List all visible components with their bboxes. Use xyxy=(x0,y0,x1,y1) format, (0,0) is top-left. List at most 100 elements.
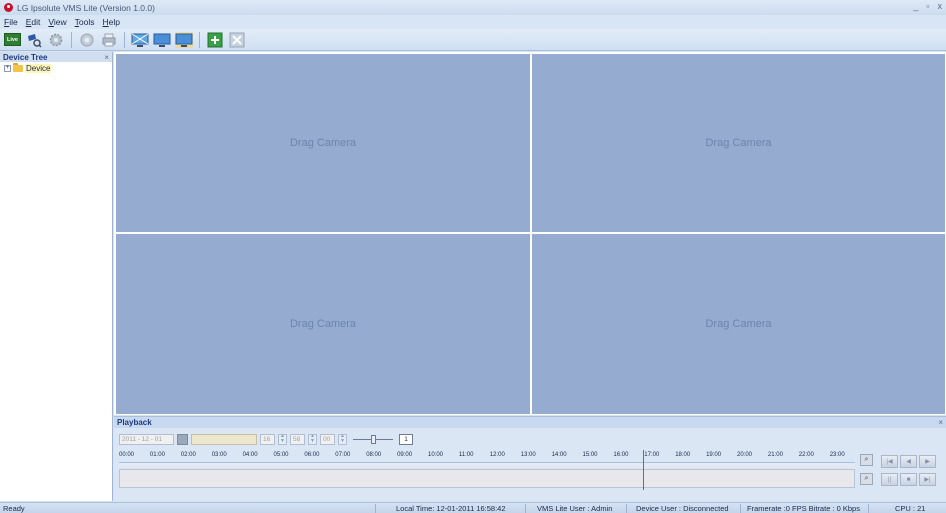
timeline-hour-label: 03:00 xyxy=(211,452,227,458)
hour-spinner[interactable]: ▲ ▼ xyxy=(278,433,287,445)
drag-camera-hint: Drag Camera xyxy=(705,137,772,149)
pause-button[interactable]: || xyxy=(881,473,898,486)
menu-view[interactable]: View xyxy=(48,17,66,27)
timeline-hour-label: 19:00 xyxy=(706,452,722,458)
search-playback-button[interactable] xyxy=(25,31,43,48)
title-bar: LG Ipsolute VMS Lite (Version 1.0.0) _ ▫… xyxy=(0,0,946,15)
menu-bar: File Edit View Tools Help xyxy=(0,15,946,29)
window-title: LG Ipsolute VMS Lite (Version 1.0.0) xyxy=(17,2,155,13)
timeline-hour-label: 08:00 xyxy=(366,452,382,458)
video-cell-1[interactable]: Drag Camera xyxy=(116,54,530,232)
monitor-icon xyxy=(153,33,171,47)
timeline-hour-label: 16:00 xyxy=(613,452,629,458)
settings-button[interactable] xyxy=(47,31,65,48)
skip-back-button[interactable]: |◀ xyxy=(881,455,898,468)
device-tree-close-button[interactable]: × xyxy=(104,53,109,62)
status-cpu: CPU : 21 xyxy=(895,504,926,513)
stop-button[interactable]: ■ xyxy=(900,473,917,486)
step-back-button[interactable]: ◀ xyxy=(900,455,917,468)
add-device-button[interactable] xyxy=(206,31,224,48)
status-framerate: Framerate :0 FPS Bitrate : 0 Kbps xyxy=(747,504,860,513)
menu-help[interactable]: Help xyxy=(103,17,120,27)
display-layout-3-button[interactable] xyxy=(175,31,193,48)
playback-header: Playback × xyxy=(114,417,946,428)
status-separator xyxy=(626,504,627,513)
second-spinner[interactable]: ▲ ▼ xyxy=(338,433,347,445)
hour-field[interactable]: 16 xyxy=(260,433,275,445)
window-controls: _ ▫ x xyxy=(913,1,942,11)
zoom-out-button[interactable]: ⌕ xyxy=(860,473,873,485)
calendar-icon[interactable] xyxy=(177,433,188,445)
live-view-button[interactable]: Live xyxy=(4,33,21,46)
display-layout-2-button[interactable] xyxy=(153,31,171,48)
timeline-hour-label: 21:00 xyxy=(767,452,783,458)
remove-device-button[interactable] xyxy=(228,31,246,48)
play-icon: ▶ xyxy=(925,459,930,465)
zoom-in-icon: ⌕ xyxy=(864,456,869,463)
playback-close-button[interactable]: × xyxy=(938,418,943,427)
minute-field[interactable]: 58 xyxy=(290,433,305,445)
video-cell-3[interactable]: Drag Camera xyxy=(116,234,530,414)
timeline-hour-label: 09:00 xyxy=(397,452,413,458)
status-ready: Ready xyxy=(3,504,25,513)
play-button[interactable]: ▶ xyxy=(919,455,936,468)
playback-panel: Playback × 2011 - 12 - 01 16 ▲ ▼ 58 ▲ ▼ 00… xyxy=(114,416,946,501)
drag-camera-hint: Drag Camera xyxy=(289,137,357,149)
zoom-in-button[interactable]: ⌕ xyxy=(860,454,873,466)
monitor-highlight-icon xyxy=(175,31,193,48)
menu-edit[interactable]: Edit xyxy=(26,17,41,27)
second-field[interactable]: 00 xyxy=(320,433,335,445)
timeline-hour-label: 12:00 xyxy=(489,452,505,458)
video-cell-4[interactable]: Drag Camera xyxy=(532,234,945,414)
timeline-track[interactable] xyxy=(119,469,855,488)
display-layout-1-button[interactable] xyxy=(131,31,149,48)
status-separator xyxy=(375,504,376,513)
expand-icon[interactable]: + xyxy=(4,65,11,72)
device-tree-header: Device Tree × xyxy=(0,52,112,62)
print-button[interactable] xyxy=(100,31,118,48)
toolbar-separator xyxy=(199,31,200,48)
date-field[interactable]: 2011 - 12 - 01 xyxy=(119,433,174,445)
toolbar-separator xyxy=(124,31,125,48)
playback-controls: 2011 - 12 - 01 16 ▲ ▼ 58 ▲ ▼ 00 ▲ ▼ 1 xyxy=(119,433,413,445)
minute-spinner[interactable]: ▲ ▼ xyxy=(308,433,317,445)
spin-down-icon: ▼ xyxy=(310,438,315,444)
status-bar: Ready Local Time: 12-01-2011 16:58:42 VM… xyxy=(0,502,946,513)
timeline-hour-label: 11:00 xyxy=(458,452,474,458)
config-button[interactable] xyxy=(78,31,96,48)
device-tree-panel: Device Tree × + Device xyxy=(0,52,113,501)
timeline-hour-label: 10:00 xyxy=(428,452,444,458)
timeline-hour-label: 14:00 xyxy=(551,452,567,458)
stop-icon: ■ xyxy=(906,476,911,483)
timeline-hour-label: 13:00 xyxy=(520,452,536,458)
spin-down-icon: ▼ xyxy=(280,438,285,444)
search-camera-icon xyxy=(28,33,42,48)
menu-tools[interactable]: Tools xyxy=(75,17,95,27)
close-button[interactable]: x xyxy=(938,1,943,11)
status-separator xyxy=(868,504,869,513)
spin-down-icon: ▼ xyxy=(340,438,345,444)
minimize-button[interactable]: _ xyxy=(913,1,918,11)
add-plus-icon xyxy=(207,32,223,47)
maximize-button[interactable]: ▫ xyxy=(926,1,929,11)
status-device-user: Device User : Disconnected xyxy=(636,504,729,513)
folder-icon xyxy=(13,63,23,72)
timeline[interactable]: 00:00 01:00 02:00 03:00 04:00 05:00 06:00 07:00… xyxy=(119,450,855,490)
tree-node-device[interactable]: + Device xyxy=(0,63,112,73)
tree-node-label[interactable]: Device xyxy=(25,64,52,73)
playback-title: Playback xyxy=(117,418,152,427)
timeline-hour-label: 01:00 xyxy=(149,452,165,458)
menu-file[interactable]: File xyxy=(4,17,18,27)
timeline-hour-label: 17:00 xyxy=(644,452,660,458)
slider-thumb[interactable] xyxy=(371,434,376,444)
skip-forward-icon: ▶| xyxy=(924,477,931,483)
video-cell-2[interactable]: Drag Camera xyxy=(532,54,945,232)
time-range-field[interactable] xyxy=(191,433,257,445)
skip-forward-button[interactable]: ▶| xyxy=(919,473,936,486)
timeline-ruler xyxy=(119,462,855,468)
timeline-hour-label: 04:00 xyxy=(242,452,258,458)
speed-value: 1 xyxy=(399,433,413,445)
printer-icon xyxy=(102,33,116,46)
playback-speed-slider[interactable] xyxy=(353,434,393,445)
timeline-hour-label: 05:00 xyxy=(273,452,289,458)
